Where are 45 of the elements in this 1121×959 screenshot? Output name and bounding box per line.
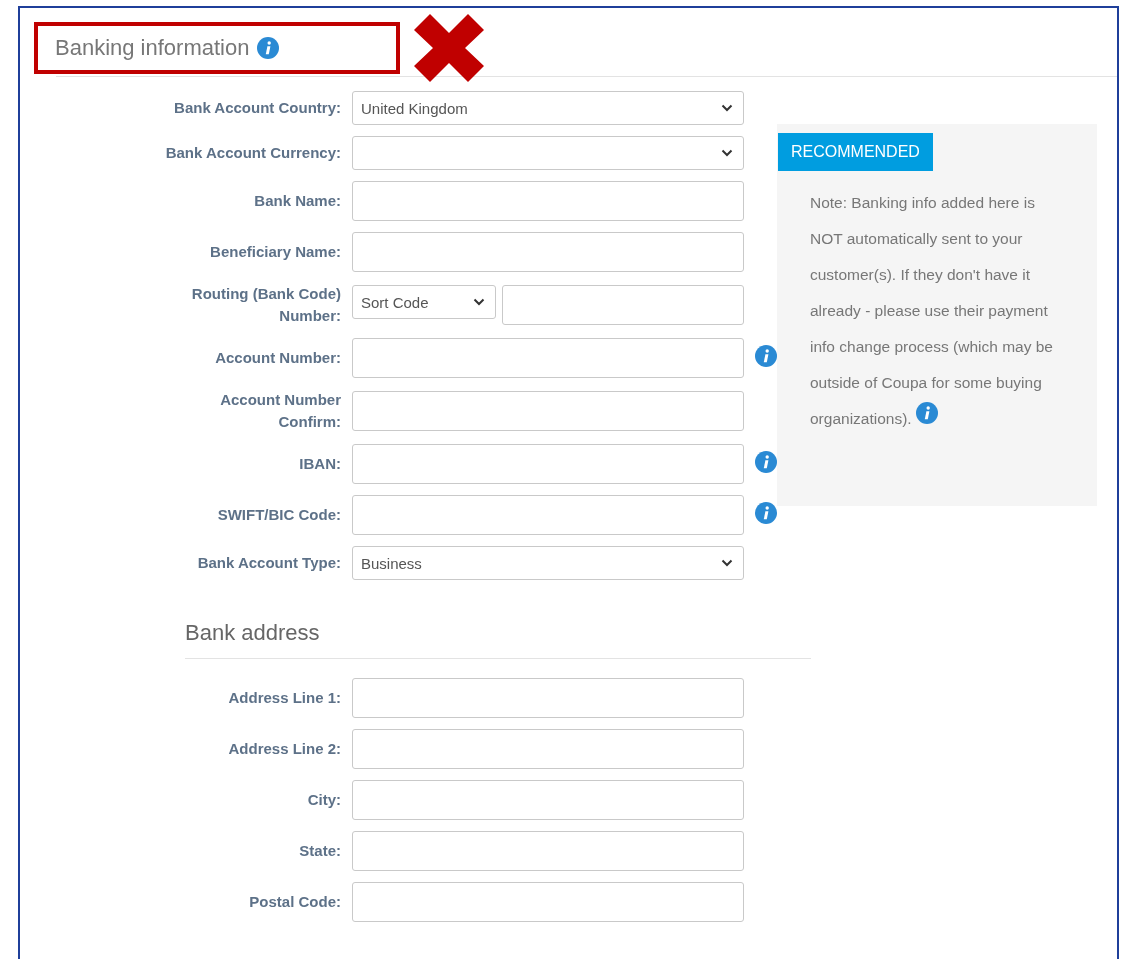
chevron-down-icon: [721, 149, 733, 157]
chevron-down-icon: [721, 559, 733, 567]
field-label: Bank Name:: [254, 191, 341, 211]
info-icon[interactable]: [755, 502, 777, 524]
input-field[interactable]: [352, 444, 744, 484]
input-field[interactable]: [352, 391, 744, 431]
field-label: Address Line 1:: [228, 688, 341, 708]
field-label: Postal Code:: [249, 892, 341, 912]
chevron-down-icon: [721, 104, 733, 112]
field-label: Account Number Confirm:: [219, 390, 341, 432]
input-field[interactable]: [352, 495, 744, 535]
section-title: Bank address: [185, 620, 320, 645]
info-icon[interactable]: [755, 345, 777, 367]
dropdown[interactable]: Business: [352, 546, 744, 580]
info-icon[interactable]: [257, 37, 280, 59]
field-label: Routing (Bank Code) Number:: [190, 284, 341, 326]
input-field[interactable]: [352, 831, 744, 871]
field-label: Beneficiary Name:: [210, 242, 341, 262]
info-icon[interactable]: [755, 451, 777, 473]
input-field[interactable]: [352, 232, 744, 272]
field-label: SWIFT/BIC Code:: [217, 505, 341, 525]
field-label: Bank Account Type:: [197, 553, 341, 573]
field-label: IBAN:: [299, 454, 341, 474]
cross-mark-icon: [414, 14, 484, 82]
info-icon[interactable]: [916, 402, 938, 424]
dropdown[interactable]: [352, 136, 744, 170]
dropdown[interactable]: Sort Code: [352, 285, 496, 319]
field-label: State:: [299, 841, 341, 861]
field-label: Bank Account Currency:: [165, 143, 341, 163]
input-field[interactable]: [352, 181, 744, 221]
input-field[interactable]: [352, 780, 744, 820]
dropdown[interactable]: United Kingdom: [352, 91, 744, 125]
section-title: Banking information: [55, 35, 250, 61]
chevron-down-icon: [473, 298, 485, 306]
field-label: Address Line 2:: [228, 739, 341, 759]
input-field[interactable]: [352, 678, 744, 718]
recommended-badge: RECOMMENDED: [778, 133, 933, 171]
field-label: Bank Account Country:: [174, 98, 341, 118]
input-field[interactable]: [352, 729, 744, 769]
input-field[interactable]: [352, 882, 744, 922]
field-label: City:: [307, 790, 341, 810]
input-field[interactable]: [502, 285, 744, 325]
note-text: Note: Banking info added here is NOT automatically sent to your customer(s). If they don't have it already - please use their payment info change process (which may be outside of Coupa for some buying organizations).: [810, 193, 1054, 429]
field-label: Account Number:: [215, 348, 341, 368]
input-field[interactable]: [352, 338, 744, 378]
